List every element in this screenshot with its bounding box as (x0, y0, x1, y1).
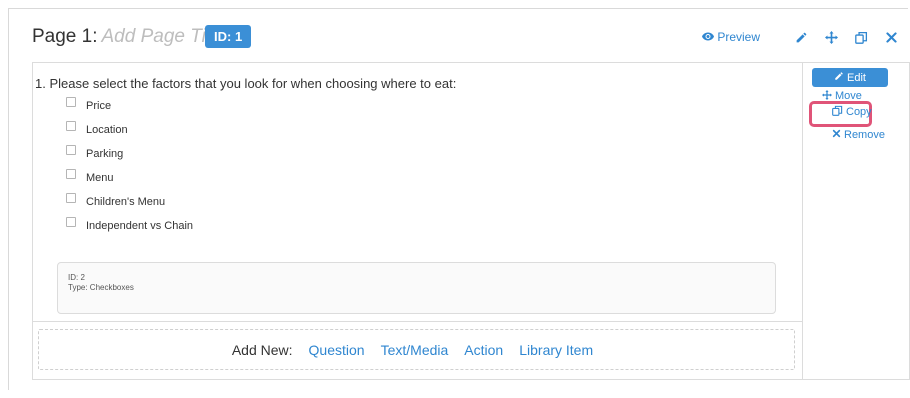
add-new-row: Add New: Question Text/Media Action Libr… (33, 321, 802, 379)
option-label: Menu (86, 172, 114, 184)
list-item[interactable]: Location (66, 121, 193, 145)
edit-button[interactable]: Edit (812, 68, 888, 87)
list-item[interactable]: Independent vs Chain (66, 217, 193, 241)
page-header: Page 1: Add Page Title ID: 1 Preview (32, 22, 902, 56)
page-label: Page 1: (32, 26, 98, 47)
option-label: Children's Menu (86, 196, 166, 208)
add-action-link[interactable]: Action (464, 342, 503, 358)
add-question-link[interactable]: Question (309, 342, 365, 358)
checkbox[interactable] (66, 97, 76, 107)
add-text-media-link[interactable]: Text/Media (381, 342, 449, 358)
option-label: Parking (86, 148, 124, 160)
copy-icon (832, 105, 843, 119)
edit-label: Edit (847, 71, 866, 84)
preview-label: Preview (717, 30, 760, 44)
add-new-label: Add New: (231, 341, 293, 358)
question-type: Type: Checkboxes (68, 283, 134, 292)
question-container: 1. Please select the factors that you lo… (32, 62, 910, 380)
option-label: Location (86, 124, 128, 136)
copy-link[interactable]: Copy (832, 105, 872, 119)
option-list: Price Location Parking Menu Children's M… (66, 97, 193, 241)
list-item[interactable]: Parking (66, 145, 193, 169)
remove-link[interactable]: Remove (832, 129, 885, 141)
question-block[interactable]: 1. Please select the factors that you lo… (33, 63, 802, 321)
checkbox[interactable] (66, 169, 76, 179)
question-actions: Edit Move Copy Remove (809, 68, 892, 141)
question-title: 1. Please select the factors that you lo… (35, 76, 457, 91)
copy-icon[interactable] (854, 30, 868, 44)
question-id: ID: 2 (68, 273, 85, 282)
copy-label: Copy (846, 106, 872, 118)
eye-icon (702, 30, 715, 44)
page-title: Page 1: Add Page Title (32, 26, 226, 48)
checkbox[interactable] (66, 121, 76, 131)
list-item[interactable]: Children's Menu (66, 193, 193, 217)
option-label: Independent vs Chain (86, 220, 194, 232)
list-item[interactable]: Price (66, 97, 193, 121)
checkbox[interactable] (66, 217, 76, 227)
list-item[interactable]: Menu (66, 169, 193, 193)
column-divider (802, 63, 803, 379)
add-library-item-link[interactable]: Library Item (519, 342, 593, 358)
question-meta-box: ID: 2 Type: Checkboxes (57, 262, 776, 314)
remove-label: Remove (844, 129, 885, 141)
close-icon (832, 129, 841, 141)
checkbox[interactable] (66, 145, 76, 155)
page-id-badge: ID: 1 (205, 25, 252, 48)
move-icon[interactable] (824, 30, 838, 44)
option-label: Price (86, 100, 112, 112)
page-header-actions: Preview (702, 30, 898, 44)
add-new-box: Add New: Question Text/Media Action Libr… (38, 329, 795, 370)
pencil-icon (834, 71, 844, 84)
pencil-icon[interactable] (794, 30, 808, 44)
close-icon[interactable] (884, 30, 898, 44)
checkbox[interactable] (66, 193, 76, 203)
preview-link[interactable]: Preview (702, 30, 760, 44)
